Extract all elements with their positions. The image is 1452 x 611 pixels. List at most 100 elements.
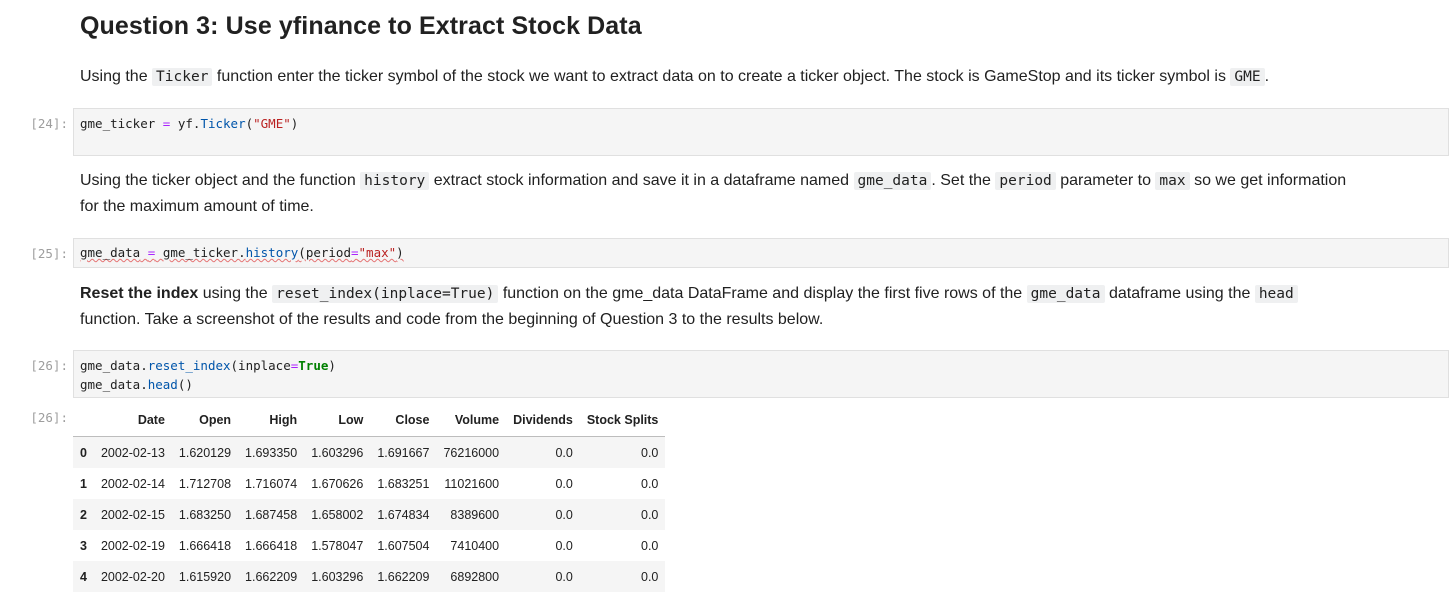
text: function enter the ticker symbol of the … [216,68,1226,85]
text: parameter to [1060,172,1151,189]
code-token: Ticker [200,116,246,131]
table-cell: 1.670626 [311,476,364,491]
dataframe-table: Date Open High Low Close Volume Dividend… [73,404,666,592]
code-token: "max" [358,245,397,260]
table-cell: 2002-02-20 [100,569,165,584]
text: using the [202,285,268,302]
code-token: gme_ticker. [162,245,246,260]
column-header: Date [93,404,172,437]
row-index: 4 [80,569,87,584]
section-heading: Question 3: Use yfinance to Extract Stoc… [80,12,642,40]
code-token: gme_ticker [80,116,156,131]
inline-code-ticker: Ticker [152,68,213,86]
code-token: True [298,358,329,373]
table-cell: 1.607504 [377,538,430,553]
table-cell: 0.0 [641,569,659,584]
code-token: ) [328,358,336,373]
table-header-row: Date Open High Low Close Volume Dividend… [73,404,666,437]
code-token: "GME" [253,116,291,131]
code-line: gme_data = gme_ticker.history(period="ma… [80,245,404,260]
table-cell: 1.683251 [377,476,430,491]
table-cell: 2002-02-15 [100,507,165,522]
text: dataframe using the [1108,285,1251,302]
inline-code-head: head [1254,285,1298,303]
text: . [1264,68,1270,85]
column-header: Open [171,404,239,437]
table-cell: 76216000 [443,445,500,460]
table-cell: 0.0 [555,538,573,553]
text: so we get information [1194,172,1347,189]
code-cell-25[interactable]: gme_data = gme_ticker.history(period="ma… [73,238,1449,268]
text: for the maximum amount of time. [80,198,314,215]
input-prompt-25: [25]: [30,246,68,261]
markdown-paragraph-1: Using the Ticker function enter the tick… [80,64,1269,90]
table-row: 4 2002-02-20 1.615920 1.662209 1.603296 … [73,561,666,592]
code-token: history [245,245,299,260]
input-prompt-24: [24]: [30,116,68,131]
inline-code-gme-data: gme_data [1026,285,1105,303]
code-token: = [162,116,171,131]
table-cell: 2002-02-14 [100,476,165,491]
table-cell: 2002-02-13 [100,445,165,460]
column-header: Close [370,404,437,437]
table-cell: 1.716074 [245,476,298,491]
column-header: Stock Splits [579,404,666,437]
code-cell-26[interactable]: gme_data.reset_index(inplace=True) gme_d… [73,350,1449,398]
table-cell: 1.674834 [377,507,430,522]
table-cell: 0.0 [555,445,573,460]
table-cell: 0.0 [555,476,573,491]
inline-code-gme: GME [1230,68,1265,86]
table-cell: 1.578047 [311,538,364,553]
table-cell: 0.0 [555,507,573,522]
code-token: ) [396,245,404,260]
table-cell: 1.666418 [245,538,298,553]
code-token: = [350,245,359,260]
table-row: 3 2002-02-19 1.666418 1.666418 1.578047 … [73,530,666,561]
text: function on the gme_data DataFrame and d… [502,285,1023,302]
text: . Set the [931,172,991,189]
row-index: 2 [80,507,87,522]
inline-code-gme-data: gme_data [853,172,932,190]
table-cell: 1.603296 [311,445,364,460]
code-token: () [177,377,193,392]
table-cell: 8389600 [450,507,500,522]
table-cell: 1.662209 [377,569,430,584]
table-cell: 0.0 [641,445,659,460]
table-cell: 2002-02-19 [100,538,165,553]
inline-code-max: max [1155,172,1190,190]
output-prompt-26: [26]: [30,410,68,425]
markdown-paragraph-2: Using the ticker object and the function… [80,168,1440,219]
table-cell: 1.603296 [311,569,364,584]
text: Using the [80,68,148,85]
table-cell: 1.712708 [178,476,232,491]
code-token: gme_data. [80,377,148,392]
table-cell: 1.666418 [178,538,232,553]
table-cell: 7410400 [450,538,500,553]
table-cell: 0.0 [555,569,573,584]
table-cell: 1.683250 [178,507,232,522]
table-cell: 1.693350 [245,445,298,460]
row-index: 3 [80,538,87,553]
row-index: 0 [80,445,87,460]
table-cell: 0.0 [641,507,659,522]
inline-code-history: history [360,172,430,190]
table-cell: 11021600 [444,476,500,491]
table-cell: 1.615920 [178,569,232,584]
code-line: gme_data.reset_index(inplace=True) [80,356,1442,375]
code-token: (inplace [230,358,291,373]
code-cell-24[interactable]: gme_ticker = yf.Ticker("GME") [73,108,1449,156]
input-prompt-26: [26]: [30,358,68,373]
table-cell: 0.0 [641,476,659,491]
column-header: Low [304,404,371,437]
column-header [73,404,94,437]
column-header: Dividends [506,404,580,437]
table-cell: 0.0 [641,538,659,553]
table-cell: 6892800 [450,569,500,584]
code-token: gme_data. [80,358,148,373]
code-token: ) [290,116,299,131]
bold-text: Reset the index [80,285,199,302]
text: function. Take a screenshot of the resul… [80,311,824,328]
code-token: yf. [177,116,201,131]
column-header: Volume [436,404,507,437]
row-index: 1 [80,476,87,491]
